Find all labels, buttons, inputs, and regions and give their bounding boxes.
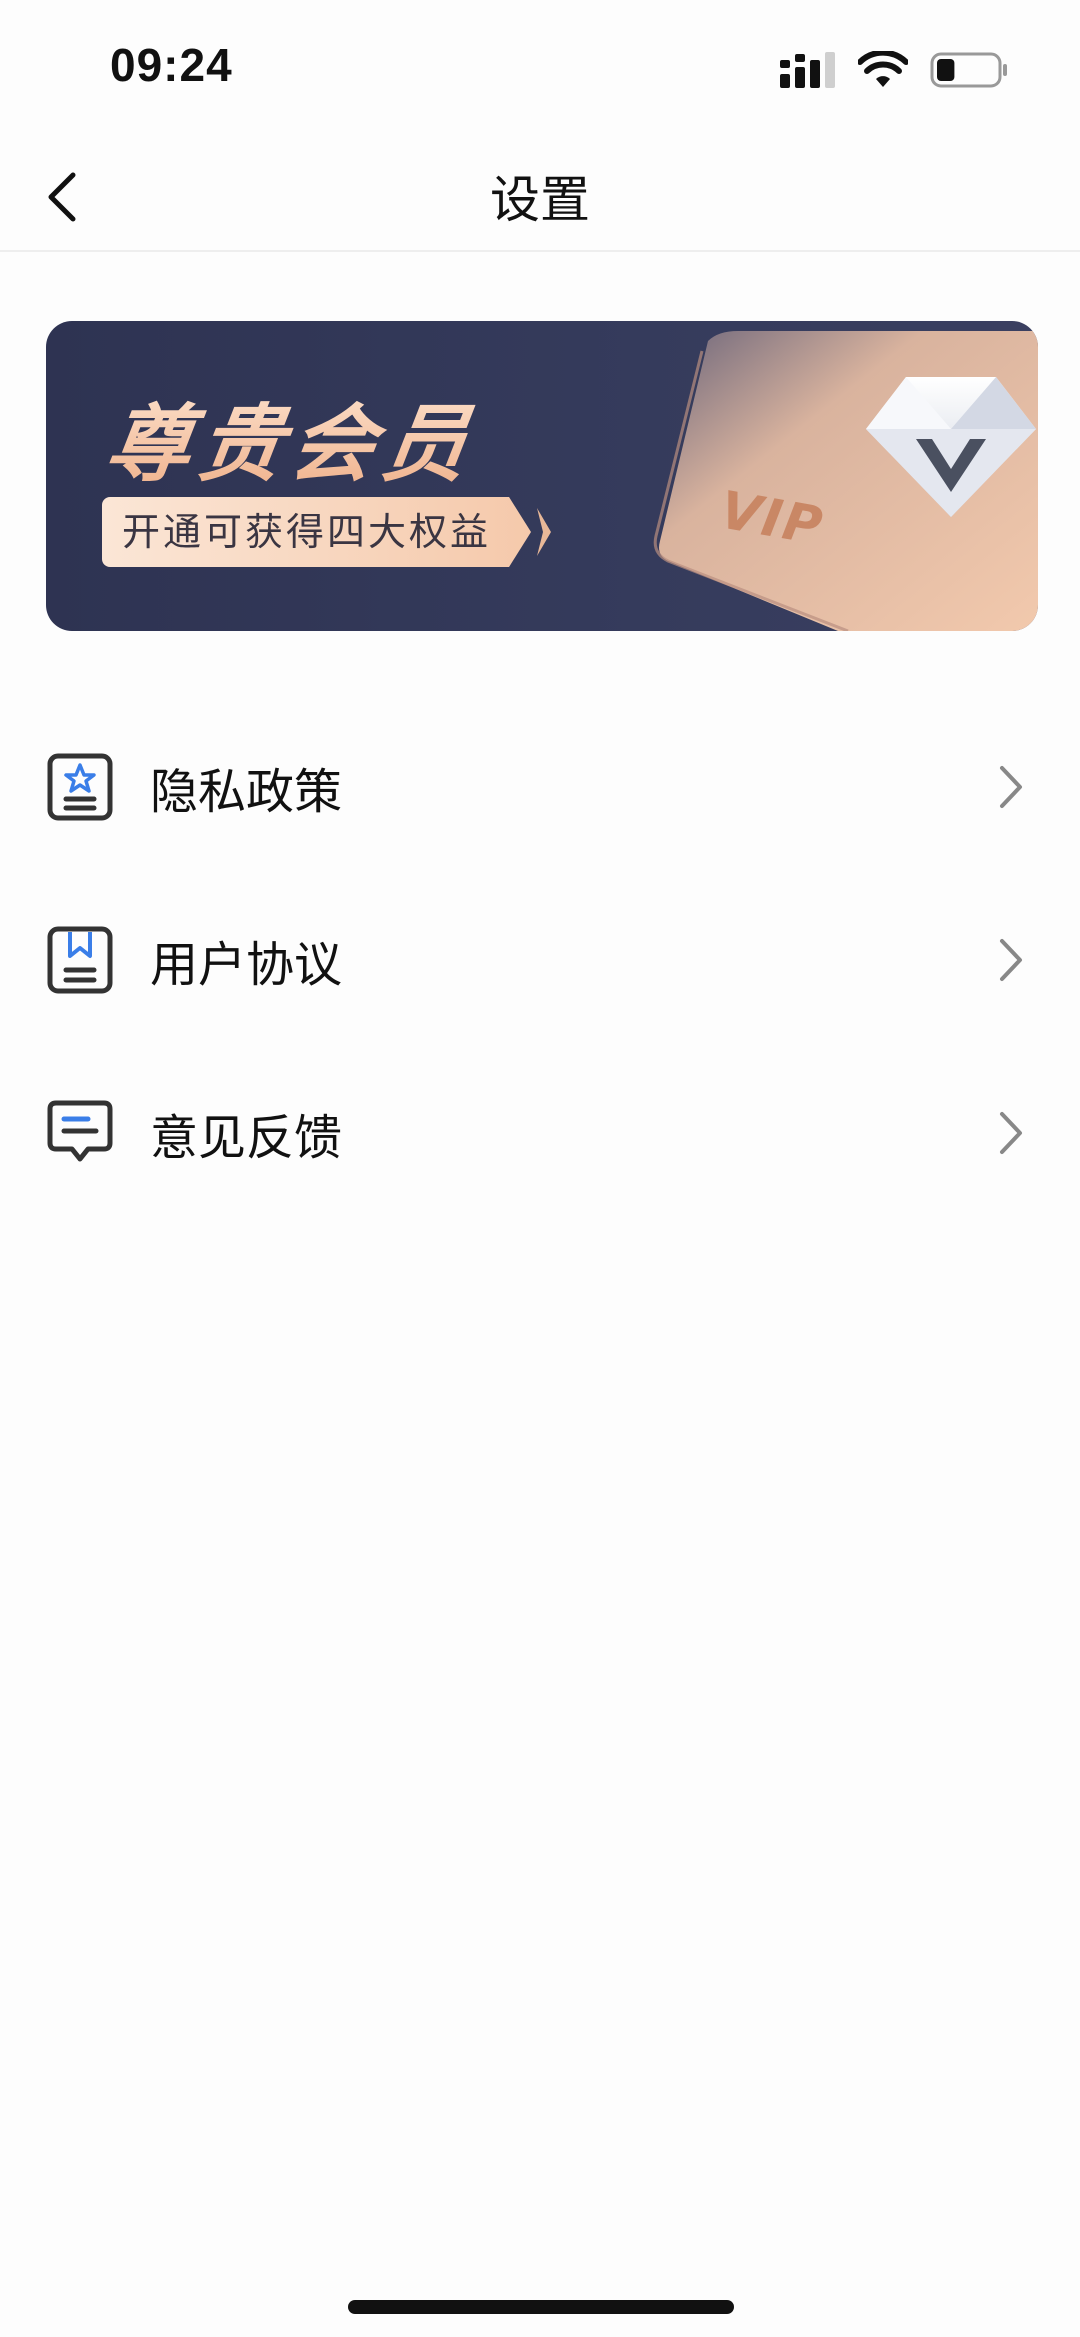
menu-item-user-agreement[interactable]: 用户协议 (0, 873, 1080, 1046)
status-bar: 09:24 (0, 0, 1080, 140)
home-indicator[interactable] (348, 2300, 734, 2314)
agreement-document-icon (47, 926, 113, 993)
vip-banner[interactable]: 尊贵会员 开通可获得四大权益 VIP (46, 321, 1038, 631)
chevron-right-icon (1000, 1111, 1022, 1154)
menu-item-label: 隐私政策 (150, 763, 343, 820)
menu-item-privacy-policy[interactable]: 隐私政策 (0, 700, 1080, 873)
vip-subtitle-pill: 开通可获得四大权益 (102, 497, 555, 567)
chevron-right-icon (1000, 765, 1022, 808)
privacy-document-icon (47, 753, 113, 820)
status-icons (780, 49, 1010, 94)
feedback-message-icon (47, 1100, 113, 1161)
vip-subtitle: 开通可获得四大权益 (102, 497, 531, 567)
menu-item-label: 意见反馈 (150, 1109, 343, 1166)
chevron-right-icon (537, 508, 552, 556)
menu-item-feedback[interactable]: 意见反馈 (0, 1046, 1080, 1219)
battery-icon (930, 50, 1010, 94)
nav-bar: 设置 (0, 140, 1080, 252)
status-time: 09:24 (110, 39, 233, 91)
wifi-icon (857, 49, 909, 93)
vip-title: 尊贵会员 (99, 377, 484, 498)
menu-item-label: 用户协议 (150, 936, 343, 993)
chevron-right-icon (1000, 938, 1022, 981)
page-title: 设置 (490, 171, 590, 229)
settings-menu: 隐私政策 用户协议 意见反馈 (0, 700, 1080, 1219)
vip-card-graphic (653, 331, 1038, 631)
signal-icon (780, 52, 836, 92)
